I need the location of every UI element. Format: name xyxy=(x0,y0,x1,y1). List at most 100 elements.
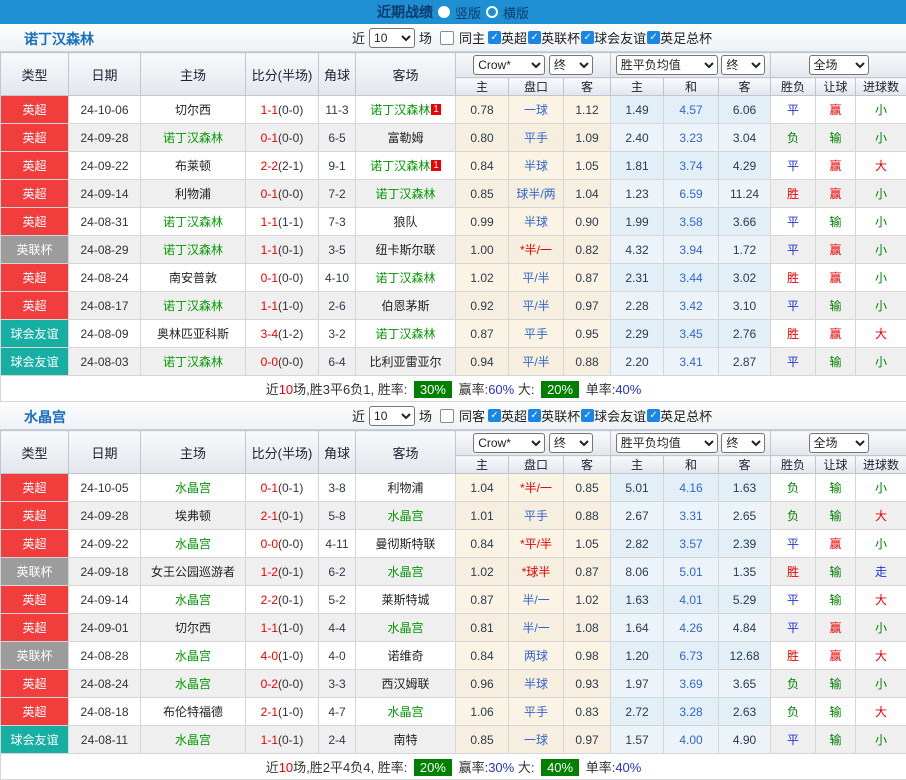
league-checkbox-label[interactable]: 英联杯 xyxy=(541,406,580,425)
avg-away: 4.90 xyxy=(719,726,771,754)
red-card-badge: 1 xyxy=(431,160,441,171)
odds-away: 0.97 xyxy=(564,726,611,754)
odds-home: 1.02 xyxy=(456,558,509,586)
away-team-cell: 诺维奇 xyxy=(356,642,456,670)
team-label: 比利亚雷亚尔 xyxy=(369,355,441,369)
subcol-outcome: 胜负 xyxy=(771,456,816,474)
avg-home: 2.28 xyxy=(611,292,664,320)
league-checkbox-label[interactable]: 球会友谊 xyxy=(594,406,646,425)
same-venue-label[interactable]: 同主 xyxy=(459,28,485,47)
odds-handicap: 平手 xyxy=(509,502,564,530)
avg-final-select[interactable]: 终 xyxy=(721,433,765,453)
team-label: 水晶宫 xyxy=(175,593,211,607)
league-checkbox-label[interactable]: 英超 xyxy=(501,406,527,425)
league-checkbox-label[interactable]: 球会友谊 xyxy=(594,28,646,47)
result-outcome: 负 xyxy=(771,502,816,530)
league-checkbox-label[interactable]: 英超 xyxy=(501,28,527,47)
result-goals: 走 xyxy=(856,558,906,586)
vertical-layout-label[interactable]: 竖版 xyxy=(455,3,481,22)
result-goals: 大 xyxy=(856,152,906,180)
score-cell: 2-2(2-1) xyxy=(246,152,319,180)
team-label: 诺丁汉森林 xyxy=(163,243,223,257)
odds-handicap: 半/一 xyxy=(509,614,564,642)
avg-final-select[interactable]: 终 xyxy=(721,55,765,75)
col-home: 主场 xyxy=(141,53,246,96)
odds-final-select[interactable]: 终 xyxy=(549,55,593,75)
result-handicap: 输 xyxy=(816,558,856,586)
avg-home: 2.82 xyxy=(611,530,664,558)
away-team-cell: 水晶宫 xyxy=(356,614,456,642)
odds-handicap: 平/半 xyxy=(509,348,564,376)
home-team-cell: 利物浦 xyxy=(141,180,246,208)
recent-suffix-label: 场 xyxy=(419,28,432,47)
team-label: 水晶宫 xyxy=(175,481,211,495)
match-row: 英超24-09-22布莱顿2-2(2-1)9-1诺丁汉森林10.84半球1.05… xyxy=(1,152,906,180)
result-outcome: 平 xyxy=(771,726,816,754)
scope-select[interactable]: 全场 xyxy=(809,55,869,75)
avg-home: 2.20 xyxy=(611,348,664,376)
odds-home: 0.85 xyxy=(456,726,509,754)
home-team-cell: 南安普敦 xyxy=(141,264,246,292)
result-handicap: 输 xyxy=(816,474,856,502)
odds-handicap: 半球 xyxy=(509,208,564,236)
league-checkbox[interactable]: ✓ xyxy=(647,31,660,44)
match-date: 24-09-22 xyxy=(69,530,141,558)
odds-away: 1.04 xyxy=(564,180,611,208)
league-checkbox[interactable]: ✓ xyxy=(488,31,501,44)
league-type-cell: 英超 xyxy=(1,208,69,236)
home-team-cell: 水晶宫 xyxy=(141,642,246,670)
result-handicap: 输 xyxy=(816,726,856,754)
vertical-layout-radio[interactable] xyxy=(438,6,450,18)
result-outcome: 胜 xyxy=(771,180,816,208)
score-cell: 2-2(0-1) xyxy=(246,586,319,614)
result-goals: 小 xyxy=(856,180,906,208)
league-checkbox[interactable]: ✓ xyxy=(581,31,594,44)
horizontal-layout-label[interactable]: 横版 xyxy=(503,3,529,22)
odds-handicap: 一球 xyxy=(509,726,564,754)
league-type-cell: 英超 xyxy=(1,124,69,152)
league-checkbox[interactable]: ✓ xyxy=(528,409,541,422)
recent-prefix-label: 近 xyxy=(352,406,365,425)
odds-final-select[interactable]: 终 xyxy=(549,433,593,453)
league-checkbox-label[interactable]: 英足总杯 xyxy=(660,28,712,47)
avg-select[interactable]: 胜平负均值 xyxy=(616,55,718,75)
result-handicap: 赢 xyxy=(816,180,856,208)
match-row: 英超24-10-06切尔西1-1(0-0)11-3诺丁汉森林10.78一球1.1… xyxy=(1,96,906,124)
league-checkbox-label[interactable]: 英联杯 xyxy=(541,28,580,47)
corners-cell: 2-4 xyxy=(319,726,356,754)
horizontal-layout-radio[interactable] xyxy=(486,6,498,18)
league-checkbox[interactable]: ✓ xyxy=(581,409,594,422)
avg-away: 4.29 xyxy=(719,152,771,180)
away-team-cell: 诺丁汉森林 xyxy=(356,320,456,348)
recent-count-select[interactable]: 10 xyxy=(369,406,415,426)
bookmaker-select[interactable]: Crow* xyxy=(473,433,545,453)
odds-away: 1.05 xyxy=(564,530,611,558)
avg-home: 2.72 xyxy=(611,698,664,726)
scope-select[interactable]: 全场 xyxy=(809,433,869,453)
league-checkbox-label[interactable]: 英足总杯 xyxy=(660,406,712,425)
avg-select[interactable]: 胜平负均值 xyxy=(616,433,718,453)
team-label: 西汉姆联 xyxy=(381,677,429,691)
score-cell: 1-1(1-1) xyxy=(246,208,319,236)
bookmaker-select[interactable]: Crow* xyxy=(473,55,545,75)
recent-count-select[interactable]: 10 xyxy=(369,28,415,48)
league-checkbox[interactable]: ✓ xyxy=(528,31,541,44)
team-label: 水晶宫 xyxy=(387,509,423,523)
corners-cell: 5-2 xyxy=(319,586,356,614)
same-venue-checkbox[interactable] xyxy=(440,409,454,423)
same-venue-label[interactable]: 同客 xyxy=(459,406,485,425)
league-checkbox[interactable]: ✓ xyxy=(647,409,660,422)
result-goals: 大 xyxy=(856,642,906,670)
result-outcome: 胜 xyxy=(771,320,816,348)
result-outcome: 平 xyxy=(771,292,816,320)
same-venue-checkbox[interactable] xyxy=(440,31,454,45)
avg-home: 1.97 xyxy=(611,670,664,698)
match-date: 24-08-09 xyxy=(69,320,141,348)
result-outcome: 平 xyxy=(771,614,816,642)
result-goals: 大 xyxy=(856,586,906,614)
league-type-cell: 英超 xyxy=(1,698,69,726)
col-away: 客场 xyxy=(356,431,456,474)
league-checkbox[interactable]: ✓ xyxy=(488,409,501,422)
avg-home: 8.06 xyxy=(611,558,664,586)
away-team-cell: 西汉姆联 xyxy=(356,670,456,698)
